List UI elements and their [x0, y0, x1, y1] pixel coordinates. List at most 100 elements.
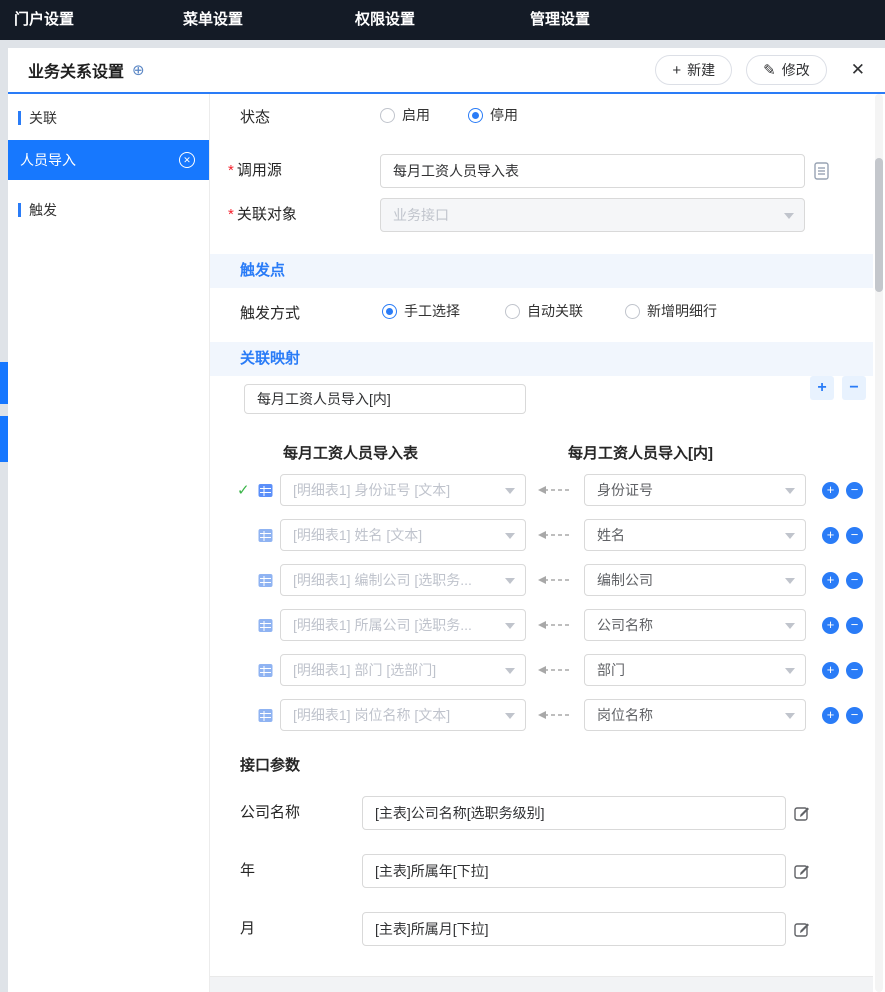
link-icon[interactable]: ⊕ [132, 61, 145, 79]
radio-icon [382, 304, 397, 319]
mapping-right-select[interactable]: 身份证号 [584, 474, 806, 506]
mapping-left-value: [明细表1] 姓名 [文本] [293, 525, 422, 545]
remove-mapping-button[interactable]: − [842, 376, 866, 400]
remove-row-button[interactable]: − [846, 572, 863, 589]
radio-manual-select[interactable]: 手工选择 [382, 301, 460, 321]
table-icon [258, 618, 273, 633]
add-row-button[interactable]: + [822, 617, 839, 634]
remove-row-button[interactable]: − [846, 482, 863, 499]
add-row-button[interactable]: + [822, 662, 839, 679]
edit-icon[interactable] [794, 805, 810, 821]
new-button[interactable]: + 新建 [655, 55, 732, 85]
chevron-down-icon [505, 488, 515, 494]
table-icon [258, 663, 273, 678]
mapping-left-select[interactable]: [明细表1] 岗位名称 [文本] [280, 699, 526, 731]
radio-auto-relate[interactable]: 自动关联 [505, 301, 583, 321]
chevron-down-icon [785, 668, 795, 674]
chevron-down-icon [785, 533, 795, 539]
form-content: 状态 启用 停用 *调用源 每月工资人员导入表 *关联对象 业务接口 触发点 [210, 94, 873, 992]
mapping-left-select[interactable]: [明细表1] 姓名 [文本] [280, 519, 526, 551]
param-year-value: [主表]所属年[下拉] [375, 861, 489, 881]
nav-item-management-settings[interactable]: 管理设置 [530, 0, 590, 40]
mapping-right-select[interactable]: 编制公司 [584, 564, 806, 596]
modify-button-label: 修改 [782, 60, 810, 80]
radio-add-detail-row[interactable]: 新增明细行 [625, 301, 717, 321]
required-marker: * [228, 162, 234, 179]
close-icon[interactable]: ✕ [851, 60, 865, 80]
sidebar-item-personnel-import[interactable]: 人员导入 ✕ [8, 140, 209, 180]
chevron-down-icon [505, 713, 515, 719]
param-month-input[interactable]: [主表]所属月[下拉] [362, 912, 786, 946]
radio-icon [505, 304, 520, 319]
add-row-button[interactable]: + [822, 527, 839, 544]
add-row-button[interactable]: + [822, 482, 839, 499]
nav-item-permission-settings[interactable]: 权限设置 [355, 0, 415, 40]
sidebar: 关联 人员导入 ✕ 触发 [8, 94, 210, 992]
mapping-right-select[interactable]: 公司名称 [584, 609, 806, 641]
chevron-down-icon [785, 623, 795, 629]
param-month-value: [主表]所属月[下拉] [375, 919, 489, 939]
mapping-column-right-header: 每月工资人员导入[内] [568, 442, 713, 463]
radio-label: 新增明细行 [647, 301, 717, 321]
close-circle-icon[interactable]: ✕ [179, 152, 195, 168]
relation-object-select[interactable]: 业务接口 [380, 198, 805, 232]
mapping-left-select[interactable]: [明细表1] 所属公司 [选职务... [280, 609, 526, 641]
remove-row-button[interactable]: − [846, 617, 863, 634]
mapping-right-select[interactable]: 部门 [584, 654, 806, 686]
scrollbar-track[interactable] [875, 94, 883, 992]
remove-row-button[interactable]: − [846, 527, 863, 544]
remove-row-button[interactable]: − [846, 662, 863, 679]
new-button-label: 新建 [687, 60, 715, 80]
sidebar-item-trigger[interactable]: 触发 [8, 192, 209, 228]
mapping-source-input[interactable]: 每月工资人员导入[内] [244, 384, 526, 414]
relation-object-value: 业务接口 [393, 205, 449, 225]
remove-row-button[interactable]: − [846, 707, 863, 724]
call-source-input[interactable]: 每月工资人员导入表 [380, 154, 805, 188]
mapping-left-value: [明细表1] 岗位名称 [文本] [293, 705, 450, 725]
section-relation-mapping: 关联映射 [210, 342, 873, 376]
mapping-left-select[interactable]: [明细表1] 编制公司 [选职务... [280, 564, 526, 596]
radio-icon [625, 304, 640, 319]
mapping-source-value: 每月工资人员导入[内] [257, 389, 391, 409]
section-interface-params: 接口参数 [240, 754, 300, 775]
chevron-down-icon [505, 623, 515, 629]
mapping-left-select[interactable]: [明细表1] 身份证号 [文本] [280, 474, 526, 506]
radio-disable[interactable]: 停用 [468, 105, 518, 125]
nav-item-portal-settings[interactable]: 门户设置 [14, 0, 74, 40]
table-icon [258, 573, 273, 588]
radio-label: 启用 [402, 105, 430, 125]
chevron-down-icon [505, 533, 515, 539]
radio-label: 停用 [490, 105, 518, 125]
scrollbar-thumb[interactable] [875, 158, 883, 292]
arrow-left-icon [534, 620, 574, 630]
mapping-right-select[interactable]: 姓名 [584, 519, 806, 551]
plus-icon: + [672, 63, 681, 78]
param-company-label: 公司名称 [240, 796, 300, 830]
modify-button[interactable]: ✎ 修改 [746, 55, 827, 85]
sidebar-item-label: 关联 [29, 108, 57, 128]
sidebar-item-relation[interactable]: 关联 [8, 100, 209, 136]
arrow-left-icon [534, 485, 574, 495]
chevron-down-icon [505, 578, 515, 584]
param-company-input[interactable]: [主表]公司名称[选职务级别] [362, 796, 786, 830]
edit-icon: ✎ [763, 63, 776, 78]
mapping-left-select[interactable]: [明细表1] 部门 [选部门] [280, 654, 526, 686]
mapping-right-value: 姓名 [597, 525, 625, 545]
param-year-label: 年 [240, 854, 255, 888]
list-icon[interactable] [814, 162, 830, 180]
mapping-right-select[interactable]: 岗位名称 [584, 699, 806, 731]
add-mapping-button[interactable]: + [810, 376, 834, 400]
edit-icon[interactable] [794, 863, 810, 879]
mapping-row: [明细表1] 部门 [选部门] 部门 + − [210, 654, 873, 686]
radio-enable[interactable]: 启用 [380, 105, 430, 125]
mapping-row: ✓ [明细表1] 身份证号 [文本] 身份证号 + − [210, 474, 873, 506]
edit-icon[interactable] [794, 921, 810, 937]
radio-label: 手工选择 [404, 301, 460, 321]
param-year-input[interactable]: [主表]所属年[下拉] [362, 854, 786, 888]
add-row-button[interactable]: + [822, 707, 839, 724]
relation-object-label-text: 关联对象 [237, 206, 297, 223]
nav-item-menu-settings[interactable]: 菜单设置 [183, 0, 243, 40]
mapping-row: [明细表1] 姓名 [文本] 姓名 + − [210, 519, 873, 551]
mapping-row: [明细表1] 所属公司 [选职务... 公司名称 + − [210, 609, 873, 641]
add-row-button[interactable]: + [822, 572, 839, 589]
